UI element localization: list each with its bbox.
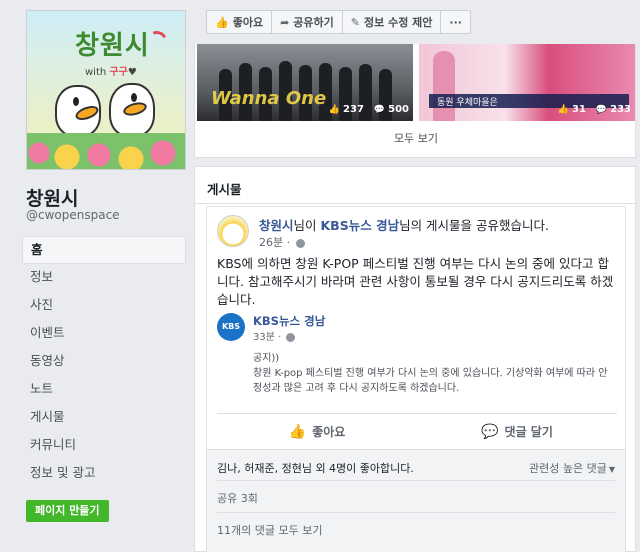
shared-text-line: 공지)) (253, 353, 280, 364)
page-title[interactable]: 창원시 (26, 184, 78, 211)
video-comment-count: 233 (610, 104, 631, 115)
sidebar-item-info-ads[interactable]: 정보 및 광고 (22, 460, 186, 488)
video-figure (433, 51, 455, 121)
left-column: 창원시 with 구구♥ 창원시 @cwopenspace 홈 정보 사진 이벤… (0, 0, 196, 552)
post-header: 창원시님이 KBS뉴스 경남님의 게시물을 공유했습니다. (259, 215, 549, 234)
view-all-comments-link[interactable]: 11개의 댓글 모두 보기 (217, 522, 322, 538)
mascot-eye (73, 97, 79, 106)
logo-subtext: with 구구♥ (85, 67, 137, 78)
see-all-videos-link[interactable]: 모두 보기 (195, 130, 637, 146)
comment-sort-label: 관련성 높은 댓글 (529, 462, 607, 475)
avatar[interactable] (217, 215, 249, 247)
post-time-text: 26분 · (259, 236, 291, 249)
sidebar-nav: 홈 정보 사진 이벤트 동영상 노트 게시물 커뮤니티 정보 및 광고 (22, 236, 186, 488)
sidebar-item-photos[interactable]: 사진 (22, 292, 186, 320)
video-stats: 👍 31 💬 233 (558, 104, 631, 115)
share-page-button[interactable]: ➦ 공유하기 (272, 11, 343, 33)
video-like-count: 237 (343, 104, 364, 115)
shared-post-timestamp[interactable]: 33분 · (253, 328, 296, 343)
pencil-icon: ✎ (350, 15, 360, 29)
more-dots-icon: ··· (449, 15, 462, 29)
comment-icon: 💬 (595, 105, 608, 115)
sidebar-item-home[interactable]: 홈 (22, 236, 186, 264)
sidebar-item-posts[interactable]: 게시물 (22, 404, 186, 432)
videos-card: Wanna One 👍 237 💬 500 동원 우체마을은 👍 31 💬 233 모두… (194, 44, 636, 158)
video-thumbnail[interactable]: Wanna One 👍 237 💬 500 (197, 44, 413, 121)
sidebar-item-notes[interactable]: 노트 (22, 376, 186, 404)
post-header-mid: 님이 (293, 218, 321, 233)
post-footer: 김나, 허재준, 정현님 외 4명이 좋아합니다. 관련성 높은 댓글 ▼ 공유 … (207, 449, 625, 552)
shared-source-name[interactable]: KBS뉴스 경남 (253, 313, 325, 329)
logo-sub-prefix: with (85, 67, 110, 78)
suggest-edit-label: 정보 수정 제안 (364, 16, 433, 29)
comment-icon: 💬 (481, 423, 499, 440)
sidebar-item-videos[interactable]: 동영상 (22, 348, 186, 376)
globe-icon (286, 332, 296, 342)
comment-button[interactable]: 💬 댓글 달기 (417, 414, 617, 449)
share-count[interactable]: 공유 3회 (217, 490, 258, 506)
sidebar-item-events[interactable]: 이벤트 (22, 320, 186, 348)
video-like-count: 31 (571, 104, 586, 115)
posts-section-title: 게시물 (207, 182, 242, 197)
reaction-bar: 👍 좋아요 💬 댓글 달기 (217, 413, 617, 449)
like-page-label: 좋아요 (232, 16, 264, 29)
divider (217, 512, 615, 513)
sidebar-item-community[interactable]: 커뮤니티 (22, 432, 186, 460)
more-options-button[interactable]: ··· (441, 11, 470, 33)
share-page-label: 공유하기 (293, 16, 334, 29)
post-author-link[interactable]: 창원시 (259, 218, 294, 233)
shared-text-line: 창원 K-pop 페스티벌 진행 여부가 다시 논의 중에 있습니다. 기상악화… (253, 368, 608, 394)
sidebar-item-info[interactable]: 정보 (22, 264, 186, 292)
post-card: 창원시님이 KBS뉴스 경남님의 게시물을 공유했습니다. 26분 · KBS에… (206, 206, 626, 552)
video-overlay-text: 동원 우체마을은 (437, 98, 498, 108)
thumbs-up-icon: 👍 (328, 105, 341, 115)
globe-icon (295, 238, 305, 248)
divider (195, 203, 635, 204)
like-post-label: 좋아요 (312, 425, 346, 439)
video-thumbnail[interactable]: 동원 우체마을은 👍 31 💬 233 (419, 44, 635, 121)
thumbs-up-icon: 👍 (557, 105, 569, 115)
page-action-bar: 👍 좋아요 ➦ 공유하기 ✎ 정보 수정 제안 ··· (206, 10, 471, 34)
comment-icon: 💬 (373, 105, 386, 115)
logo-sub-highlight: 구구 (109, 67, 128, 78)
divider (217, 480, 615, 481)
post-timestamp[interactable]: 26분 · (259, 234, 305, 250)
video-stats: 👍 237 💬 500 (329, 104, 409, 115)
like-page-button[interactable]: 👍 좋아요 (207, 11, 273, 33)
caret-down-icon: ▼ (608, 465, 615, 474)
logo-text: 창원시 (75, 31, 150, 61)
like-post-button[interactable]: 👍 좋아요 (217, 414, 417, 449)
page-handle: @cwopenspace (26, 208, 120, 222)
share-arrow-icon: ➦ (280, 15, 290, 29)
comment-label: 댓글 달기 (504, 425, 553, 439)
post-body-text: KBS에 의하면 창원 K-POP 페스티벌 진행 여부는 다시 논의 중에 있… (217, 256, 614, 307)
video-comment-count: 500 (388, 104, 409, 115)
post-header-tail: 님의 게시물을 공유했습니다. (399, 218, 549, 233)
shared-source-avatar[interactable]: KBS NEWS (217, 313, 245, 359)
profile-picture[interactable]: 창원시 with 구구♥ (26, 10, 186, 170)
flowers-decoration (27, 133, 185, 169)
post-source-link[interactable]: KBS뉴스 경남 (321, 218, 400, 233)
thumbs-up-outline-icon: 👍 (288, 423, 307, 440)
create-page-button[interactable]: 페이지 만들기 (26, 500, 109, 522)
comment-sort-dropdown[interactable]: 관련성 높은 댓글 ▼ (529, 460, 615, 476)
suggest-edit-button[interactable]: ✎ 정보 수정 제안 (343, 11, 442, 33)
likes-summary[interactable]: 김나, 허재준, 정현님 외 4명이 좋아합니다. (217, 460, 414, 476)
shared-time-text: 33분 · (253, 332, 282, 343)
thumbs-up-icon: 👍 (215, 15, 229, 29)
video-overlay-text: Wanna One (211, 88, 327, 109)
mascot-eye (131, 93, 137, 102)
shared-post-text: 공지)) 창원 K-pop 페스티벌 진행 여부가 다시 논의 중에 있습니다.… (253, 351, 615, 396)
